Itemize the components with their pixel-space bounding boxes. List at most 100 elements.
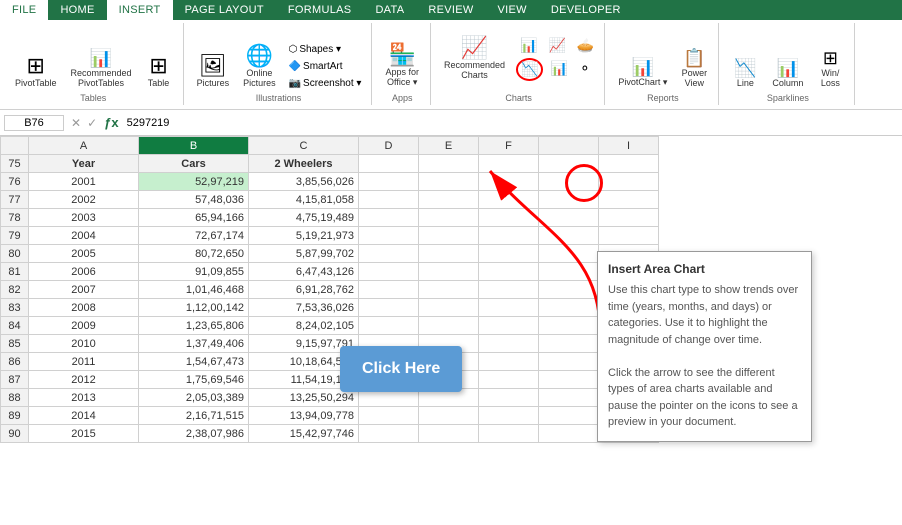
cell-cars-86[interactable]: 1,54,67,473 [139,353,249,371]
cell-f-76[interactable] [479,173,539,191]
cell-wheelers-79[interactable]: 5,19,21,973 [249,227,359,245]
cell-cars-76[interactable]: 52,97,219 [139,173,249,191]
shapes-button[interactable]: ⬡ Shapes ▾ [285,42,366,57]
cell-g-84[interactable] [539,317,599,335]
cell-cars-84[interactable]: 1,23,65,806 [139,317,249,335]
cell-year-84[interactable]: 2009 [29,317,139,335]
line-chart-button[interactable]: 📈 [544,35,569,56]
cell-year-86[interactable]: 2011 [29,353,139,371]
cell-g-85[interactable] [539,335,599,353]
online-pictures-button[interactable]: 🌐 OnlinePictures [238,42,281,91]
winloss-sparkline-button[interactable]: ⊞ Win/Loss [812,46,848,91]
cell-i-75[interactable] [599,155,659,173]
cell-f-83[interactable] [479,299,539,317]
cell-f-86[interactable] [479,353,539,371]
recommended-charts-button[interactable]: 📈 RecommendedCharts [439,34,510,83]
col-header-c[interactable]: C [249,137,359,155]
cell-f-89[interactable] [479,407,539,425]
cell-e-89[interactable] [419,407,479,425]
cell-i-77[interactable] [599,191,659,209]
col-header-e[interactable]: E [419,137,479,155]
screenshot-button[interactable]: 📷 Screenshot ▾ [285,76,366,91]
cell-e-81[interactable] [419,263,479,281]
cell-cars-79[interactable]: 72,67,174 [139,227,249,245]
cell-wheelers-82[interactable]: 6,91,28,762 [249,281,359,299]
cell-e-76[interactable] [419,173,479,191]
cell-d-90[interactable] [359,425,419,443]
cell-d-79[interactable] [359,227,419,245]
cell-year-81[interactable]: 2006 [29,263,139,281]
cell-d-77[interactable] [359,191,419,209]
cell-f-90[interactable] [479,425,539,443]
cell-cars-87[interactable]: 1,75,69,546 [139,371,249,389]
cell-year-78[interactable]: 2003 [29,209,139,227]
tab-review[interactable]: REVIEW [416,0,485,20]
cell-d-84[interactable] [359,317,419,335]
cell-d-82[interactable] [359,281,419,299]
cell-e-82[interactable] [419,281,479,299]
cell-f-87[interactable] [479,371,539,389]
line-sparkline-button[interactable]: 📉 Line [727,56,763,91]
cell-e-75[interactable] [419,155,479,173]
cell-wheelers-90[interactable]: 15,42,97,746 [249,425,359,443]
cell-wheelers-84[interactable]: 8,24,02,105 [249,317,359,335]
cell-year-88[interactable]: 2013 [29,389,139,407]
formula-input[interactable] [123,116,898,130]
cell-f-75[interactable] [479,155,539,173]
tab-page-layout[interactable]: PAGE LAYOUT [173,0,276,20]
cell-cars-80[interactable]: 80,72,650 [139,245,249,263]
cell-cars-85[interactable]: 1,37,49,406 [139,335,249,353]
cell-cars-89[interactable]: 2,16,71,515 [139,407,249,425]
cell-d-81[interactable] [359,263,419,281]
cell-g-86[interactable] [539,353,599,371]
cell-d-89[interactable] [359,407,419,425]
cell-cars-75[interactable]: Cars [139,155,249,173]
cell-wheelers-75[interactable]: 2 Wheelers [249,155,359,173]
cell-wheelers-78[interactable]: 4,75,19,489 [249,209,359,227]
cell-i-78[interactable] [599,209,659,227]
cell-wheelers-81[interactable]: 6,47,43,126 [249,263,359,281]
cell-year-83[interactable]: 2008 [29,299,139,317]
cell-f-79[interactable] [479,227,539,245]
tab-data[interactable]: DATA [363,0,416,20]
cell-year-85[interactable]: 2010 [29,335,139,353]
col-header-f[interactable]: F [479,137,539,155]
cell-year-87[interactable]: 2012 [29,371,139,389]
pivot-table-button[interactable]: ⊞ PivotTable [10,52,62,91]
table-button[interactable]: ⊞ Table [141,52,177,91]
cell-reference-input[interactable] [4,115,64,131]
cell-f-81[interactable] [479,263,539,281]
cell-g-82[interactable] [539,281,599,299]
cell-e-79[interactable] [419,227,479,245]
cell-year-77[interactable]: 2002 [29,191,139,209]
cell-e-83[interactable] [419,299,479,317]
cell-g-81[interactable] [539,263,599,281]
cell-year-76[interactable]: 2001 [29,173,139,191]
cell-cars-83[interactable]: 1,12,00,142 [139,299,249,317]
pictures-button[interactable]: 🖼 Pictures [192,52,235,91]
column-chart-button[interactable]: 📊 [516,35,541,56]
cell-cars-81[interactable]: 91,09,855 [139,263,249,281]
cell-wheelers-77[interactable]: 4,15,81,058 [249,191,359,209]
col-header-a[interactable]: A [29,137,139,155]
cell-year-80[interactable]: 2005 [29,245,139,263]
column-sparkline-button[interactable]: 📊 Column [767,56,808,91]
cell-wheelers-80[interactable]: 5,87,99,702 [249,245,359,263]
cell-year-90[interactable]: 2015 [29,425,139,443]
cell-g-79[interactable] [539,227,599,245]
cell-f-77[interactable] [479,191,539,209]
cell-e-84[interactable] [419,317,479,335]
cell-cars-78[interactable]: 65,94,166 [139,209,249,227]
col-header-b[interactable]: B [139,137,249,155]
cell-f-85[interactable] [479,335,539,353]
cell-d-78[interactable] [359,209,419,227]
cell-year-89[interactable]: 2014 [29,407,139,425]
col-header-d[interactable]: D [359,137,419,155]
cell-g-78[interactable] [539,209,599,227]
cell-cars-90[interactable]: 2,38,07,986 [139,425,249,443]
cell-wheelers-76[interactable]: 3,85,56,026 [249,173,359,191]
cell-f-80[interactable] [479,245,539,263]
cell-f-82[interactable] [479,281,539,299]
tab-formulas[interactable]: FORMULAS [276,0,364,20]
cell-e-80[interactable] [419,245,479,263]
